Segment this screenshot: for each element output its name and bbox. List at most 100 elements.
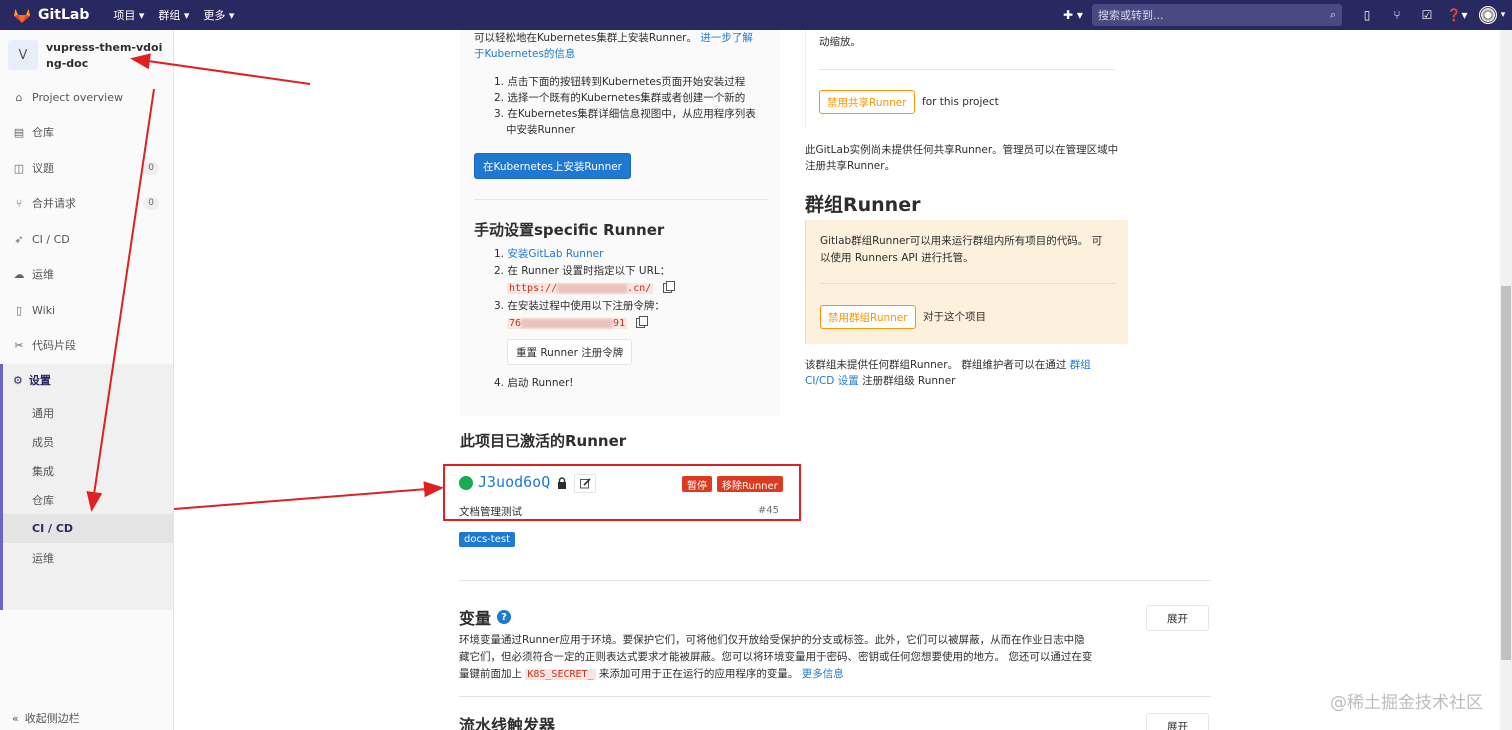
token-suffix: 91 — [613, 318, 626, 329]
divider — [474, 199, 768, 200]
variables-title-text: 变量 — [459, 609, 492, 628]
copy-token-icon[interactable] — [636, 316, 649, 328]
home-icon: ⌂ — [15, 90, 23, 104]
redacted-blur — [521, 318, 614, 328]
project-avatar: V — [8, 40, 38, 70]
settings-sub-ci-cd[interactable]: CI / CD — [3, 514, 173, 543]
group-desc-line: 以使用 Runners API 进行托管。 — [820, 252, 974, 264]
redacted-blur — [557, 283, 628, 293]
runner-row: J3uod6oQ 暂停 移除Runner 文档管理测试 #45 — [459, 471, 783, 519]
nav-more[interactable]: 更多 ▾ — [203, 7, 234, 23]
url-prefix: https:// — [509, 283, 558, 294]
sidebar-item-snippets[interactable]: ✂ 代码片段 — [0, 330, 173, 360]
runner-tag-badge: docs-test — [459, 532, 515, 547]
group-runners-title: 群组Runner — [805, 194, 921, 216]
column-border — [805, 30, 806, 128]
settings-sub-operations[interactable]: 运维 — [3, 543, 173, 572]
group-link[interactable]: 群组 — [1070, 359, 1091, 371]
sidebar-item-repository[interactable]: ▤ 仓库 — [0, 117, 173, 147]
k8s-step-3: 3. 在Kubernetes集群详细信息视图中，从应用程序列表 — [494, 108, 756, 120]
issues-count-badge: 0 — [143, 161, 159, 175]
runner-status-online-icon — [459, 476, 473, 490]
help-icon[interactable]: ❓▾ — [1442, 0, 1472, 30]
cloud-icon: ☁ — [13, 267, 25, 281]
sidebar-item-wiki[interactable]: ▯ Wiki — [0, 295, 173, 325]
settings-sub-members[interactable]: 成员 — [3, 427, 173, 456]
user-menu[interactable]: ▾ — [1472, 0, 1512, 30]
scissors-icon: ✂ — [14, 338, 24, 352]
more-info-link[interactable]: 更多信息 — [802, 668, 844, 680]
new-dropdown-button[interactable]: ✚ ▾ — [1060, 5, 1086, 25]
settings-sub-repository[interactable]: 仓库 — [3, 485, 173, 514]
sidebar-item-issues[interactable]: ◫ 议题 0 — [0, 153, 173, 183]
search-icon[interactable]: ⌕ — [1330, 8, 1336, 22]
scrollbar-thumb[interactable] — [1501, 286, 1511, 660]
sidebar: V vupress-them-vdoing-doc ⌂ Project over… — [0, 30, 174, 730]
sidebar-item-label: CI / CD — [32, 232, 70, 246]
disable-group-runners-button[interactable]: 禁用群组Runner — [820, 305, 916, 329]
gitlab-logo[interactable]: GitLab — [12, 5, 89, 25]
watermark: @稀土掘金技术社区 — [1330, 693, 1483, 713]
pipeline-expand-button[interactable]: 展开 — [1146, 713, 1209, 730]
k8s-intro-text: 可以轻松地在Kubernetes集群上安装Runner。 — [474, 32, 698, 44]
collapse-sidebar-button[interactable]: « 收起侧边栏 — [12, 710, 80, 726]
group-runners-note: 该群组未提供任何群组Runner。 群组维护者可以在通过 群组 CI/CD 设置… — [805, 357, 1091, 389]
shared-note-line: 注册共享Runner。 — [805, 160, 896, 172]
manual-step-4: 4. 启动 Runner! — [494, 377, 574, 389]
learn-more-link[interactable]: 进一步了解 — [700, 32, 753, 44]
search-box: ⌕ — [1092, 4, 1342, 26]
variables-expand-button[interactable]: 展开 — [1146, 605, 1209, 631]
search-input[interactable] — [1098, 8, 1330, 22]
sidebar-item-ci-cd[interactable]: ➶ CI / CD — [0, 224, 173, 254]
variables-desc-line: 藏它们，但必须符合一定的正则表达式要求才能被屏蔽。您可以将环境变量用于密码、密钥… — [459, 651, 1093, 663]
top-navbar: GitLab 项目 ▾ 群组 ▾ 更多 ▾ ✚ ▾ ⌕ ▯ ⑂ ☑ ❓▾ ▾ — [0, 0, 1512, 30]
settings-sub-integrations[interactable]: 集成 — [3, 456, 173, 485]
runner-id-link[interactable]: J3uod6oQ — [478, 473, 550, 491]
k8s-step-3-cont: 中安装Runner — [506, 124, 576, 136]
runner-number: #45 — [757, 505, 779, 516]
settings-label: 设置 — [28, 374, 51, 387]
manual-step-1: 1. 安装GitLab Runner — [494, 246, 794, 262]
sidebar-toggle-icon[interactable]: ▯ — [1352, 0, 1382, 30]
learn-more-link-cont[interactable]: 于Kubernetes的信息 — [474, 48, 575, 60]
question-icon[interactable]: ? — [497, 610, 512, 624]
sidebar-item-label: 代码片段 — [32, 339, 76, 352]
todo-icon[interactable]: ☑ — [1412, 0, 1442, 30]
remove-runner-button[interactable]: 移除Runner — [717, 476, 783, 492]
k8s-steps: 1. 点击下面的按钮转到Kubernetes页面开始安装过程 2. 选择一个既有… — [494, 74, 784, 138]
copy-url-icon[interactable] — [662, 281, 675, 293]
annotation-arrow — [173, 481, 444, 510]
sidebar-item-project-overview[interactable]: ⌂ Project overview — [0, 82, 173, 112]
cicd-settings-link[interactable]: CI/CD 设置 — [805, 375, 859, 387]
merge-requests-icon[interactable]: ⑂ — [1382, 0, 1412, 30]
k8s-secret-code: K8S_SECRET_ — [525, 669, 596, 680]
specific-runners-panel: 可以轻松地在Kubernetes集群上安装Runner。 进一步了解 于Kube… — [460, 30, 780, 416]
settings-section: ⚙ 设置 通用 成员 集成 仓库 CI / CD 运维 — [0, 364, 173, 610]
disable-shared-runners-button[interactable]: 禁用共享Runner — [819, 90, 915, 114]
install-runner-k8s-button[interactable]: 在Kubernetes上安装Runner — [474, 153, 632, 179]
divider — [819, 69, 1115, 70]
collapse-label: 收起侧边栏 — [24, 712, 80, 725]
sidebar-item-operations[interactable]: ☁ 运维 — [0, 259, 173, 289]
issues-icon: ◫ — [13, 161, 25, 175]
divider — [459, 580, 1211, 581]
group-desc-line: Gitlab群组Runner可以用来运行群组内所有项目的代码。 可 — [820, 235, 1103, 247]
token-prefix: 76 — [509, 318, 522, 329]
runner-token-row: 76 91 — [507, 315, 807, 332]
for-this-project-label: 对于这个项目 — [923, 311, 986, 323]
sidebar-item-settings[interactable]: ⚙ 设置 — [3, 364, 51, 396]
edit-runner-button[interactable] — [574, 474, 596, 493]
nav-projects[interactable]: 项目 ▾ — [113, 7, 144, 23]
sidebar-project[interactable]: V vupress-them-vdoing-doc — [0, 30, 173, 80]
group-note-text: 该群组未提供任何群组Runner。 群组维护者可以在通过 — [805, 359, 1067, 371]
pause-runner-button[interactable]: 暂停 — [682, 476, 712, 492]
sidebar-item-label: Project overview — [32, 90, 123, 104]
runner-url: https:// .cn/ — [507, 283, 654, 294]
nav-groups[interactable]: 群组 ▾ — [158, 7, 189, 23]
merge-request-icon: ⑂ — [15, 196, 23, 210]
install-gitlab-runner-link[interactable]: 安装GitLab Runner — [507, 248, 603, 260]
reset-token-button[interactable]: 重置 Runner 注册令牌 — [507, 339, 633, 365]
settings-sub-general[interactable]: 通用 — [3, 398, 173, 427]
sidebar-item-merge-requests[interactable]: ⑂ 合并请求 0 — [0, 188, 173, 218]
variables-section-title: 变量 ? — [459, 605, 512, 629]
